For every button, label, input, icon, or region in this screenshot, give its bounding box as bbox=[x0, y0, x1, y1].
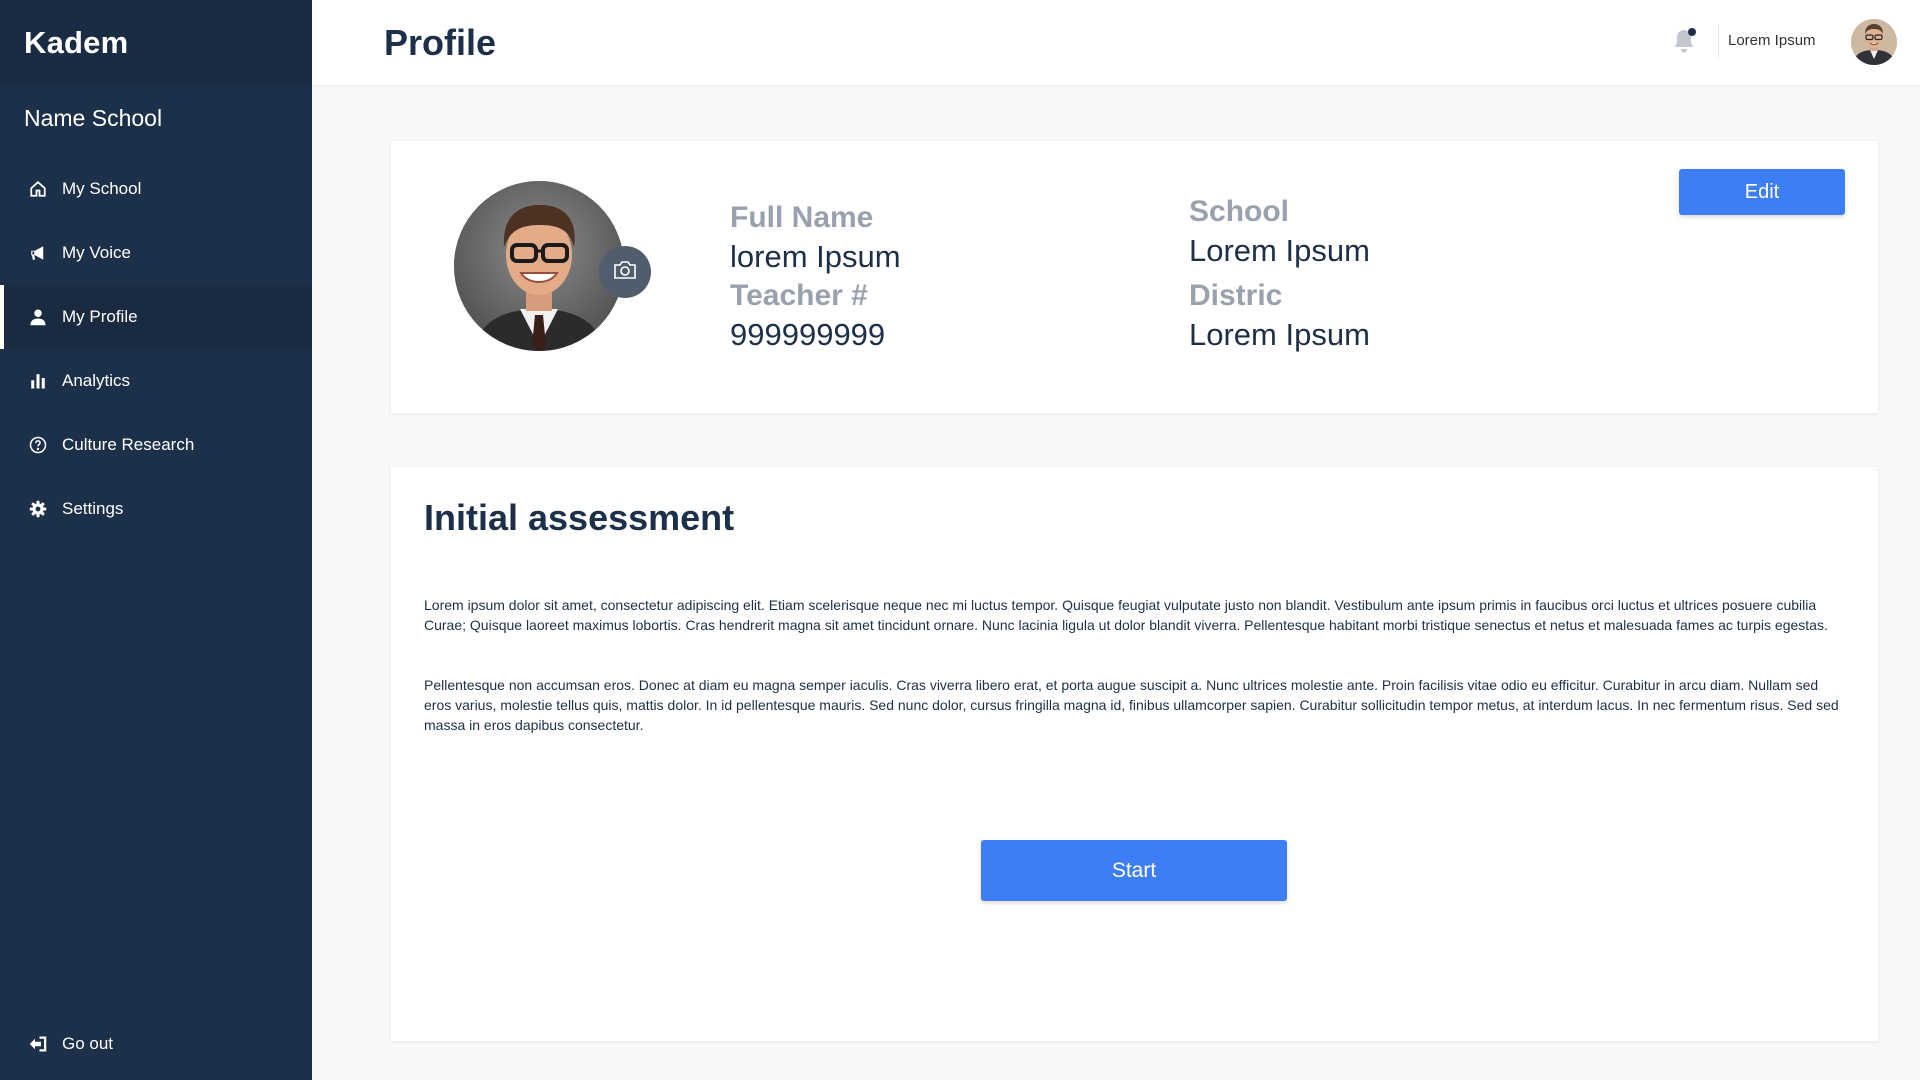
brand-bar: Kadem bbox=[0, 0, 312, 85]
logout-label: Go out bbox=[62, 1034, 114, 1053]
edit-button[interactable]: Edit bbox=[1679, 169, 1845, 215]
change-photo-button[interactable] bbox=[599, 246, 651, 298]
notification-badge bbox=[1688, 28, 1696, 36]
sidebar-item-label: Settings bbox=[62, 499, 124, 518]
app-logo[interactable]: Kadem bbox=[24, 25, 128, 61]
megaphone-icon bbox=[28, 243, 48, 263]
person-icon bbox=[28, 307, 48, 327]
sign-out-icon bbox=[28, 1034, 48, 1054]
sidebar-nav: My School My Voice My Profile Analytics … bbox=[0, 157, 312, 541]
full-name-value: lorem Ipsum bbox=[730, 239, 901, 274]
question-circle-icon bbox=[28, 435, 48, 455]
sidebar-item-my-voice[interactable]: My Voice bbox=[0, 221, 312, 285]
sidebar-item-label: My Voice bbox=[62, 243, 131, 262]
district-value: Lorem Ipsum bbox=[1189, 317, 1370, 352]
page-title: Profile bbox=[384, 22, 497, 63]
school-label: School bbox=[1189, 195, 1290, 228]
camera-icon bbox=[613, 260, 637, 285]
assessment-paragraph-1: Lorem ipsum dolor sit amet, consectetur … bbox=[424, 597, 1828, 633]
assessment-card: Initial assessment Lorem ipsum dolor sit… bbox=[391, 467, 1878, 1041]
sidebar-item-label: Analytics bbox=[62, 371, 131, 390]
sidebar-item-label: Culture Research bbox=[62, 435, 195, 454]
assessment-paragraph-2: Pellentesque non accumsan eros. Donec at… bbox=[424, 677, 1839, 733]
school-value: Lorem Ipsum bbox=[1189, 233, 1370, 268]
teacher-number-label: Teacher # bbox=[730, 279, 868, 312]
gear-icon bbox=[28, 499, 48, 519]
header-divider bbox=[1718, 25, 1719, 59]
top-header: Profile Lorem Ipsum bbox=[312, 0, 1920, 85]
teacher-number-value: 999999999 bbox=[730, 317, 886, 352]
sidebar-item-my-school[interactable]: My School bbox=[0, 157, 312, 221]
sidebar-item-culture-research[interactable]: Culture Research bbox=[0, 413, 312, 477]
sidebar-item-my-profile[interactable]: My Profile bbox=[0, 285, 312, 349]
sidebar-item-label: My Profile bbox=[62, 307, 138, 326]
full-name-label: Full Name bbox=[730, 201, 874, 234]
notifications-button[interactable] bbox=[1672, 28, 1698, 56]
logout-button[interactable]: Go out bbox=[0, 1022, 312, 1066]
sidebar-item-analytics[interactable]: Analytics bbox=[0, 349, 312, 413]
user-name[interactable]: Lorem Ipsum bbox=[1728, 32, 1816, 49]
sidebar-item-label: My School bbox=[62, 179, 142, 198]
district-label: Distric bbox=[1189, 279, 1283, 312]
profile-card: Full Name lorem Ipsum Teacher # 99999999… bbox=[391, 141, 1878, 413]
bar-chart-icon bbox=[28, 371, 48, 391]
sidebar-item-settings[interactable]: Settings bbox=[0, 477, 312, 541]
assessment-title: Initial assessment bbox=[424, 497, 735, 538]
start-button[interactable]: Start bbox=[981, 840, 1287, 901]
bell-icon bbox=[1672, 30, 1696, 58]
home-icon bbox=[28, 179, 48, 199]
avatar[interactable] bbox=[1851, 19, 1897, 65]
school-name: Name School bbox=[24, 105, 163, 131]
sidebar: Kadem Name School My School My Voice My … bbox=[0, 0, 312, 1080]
